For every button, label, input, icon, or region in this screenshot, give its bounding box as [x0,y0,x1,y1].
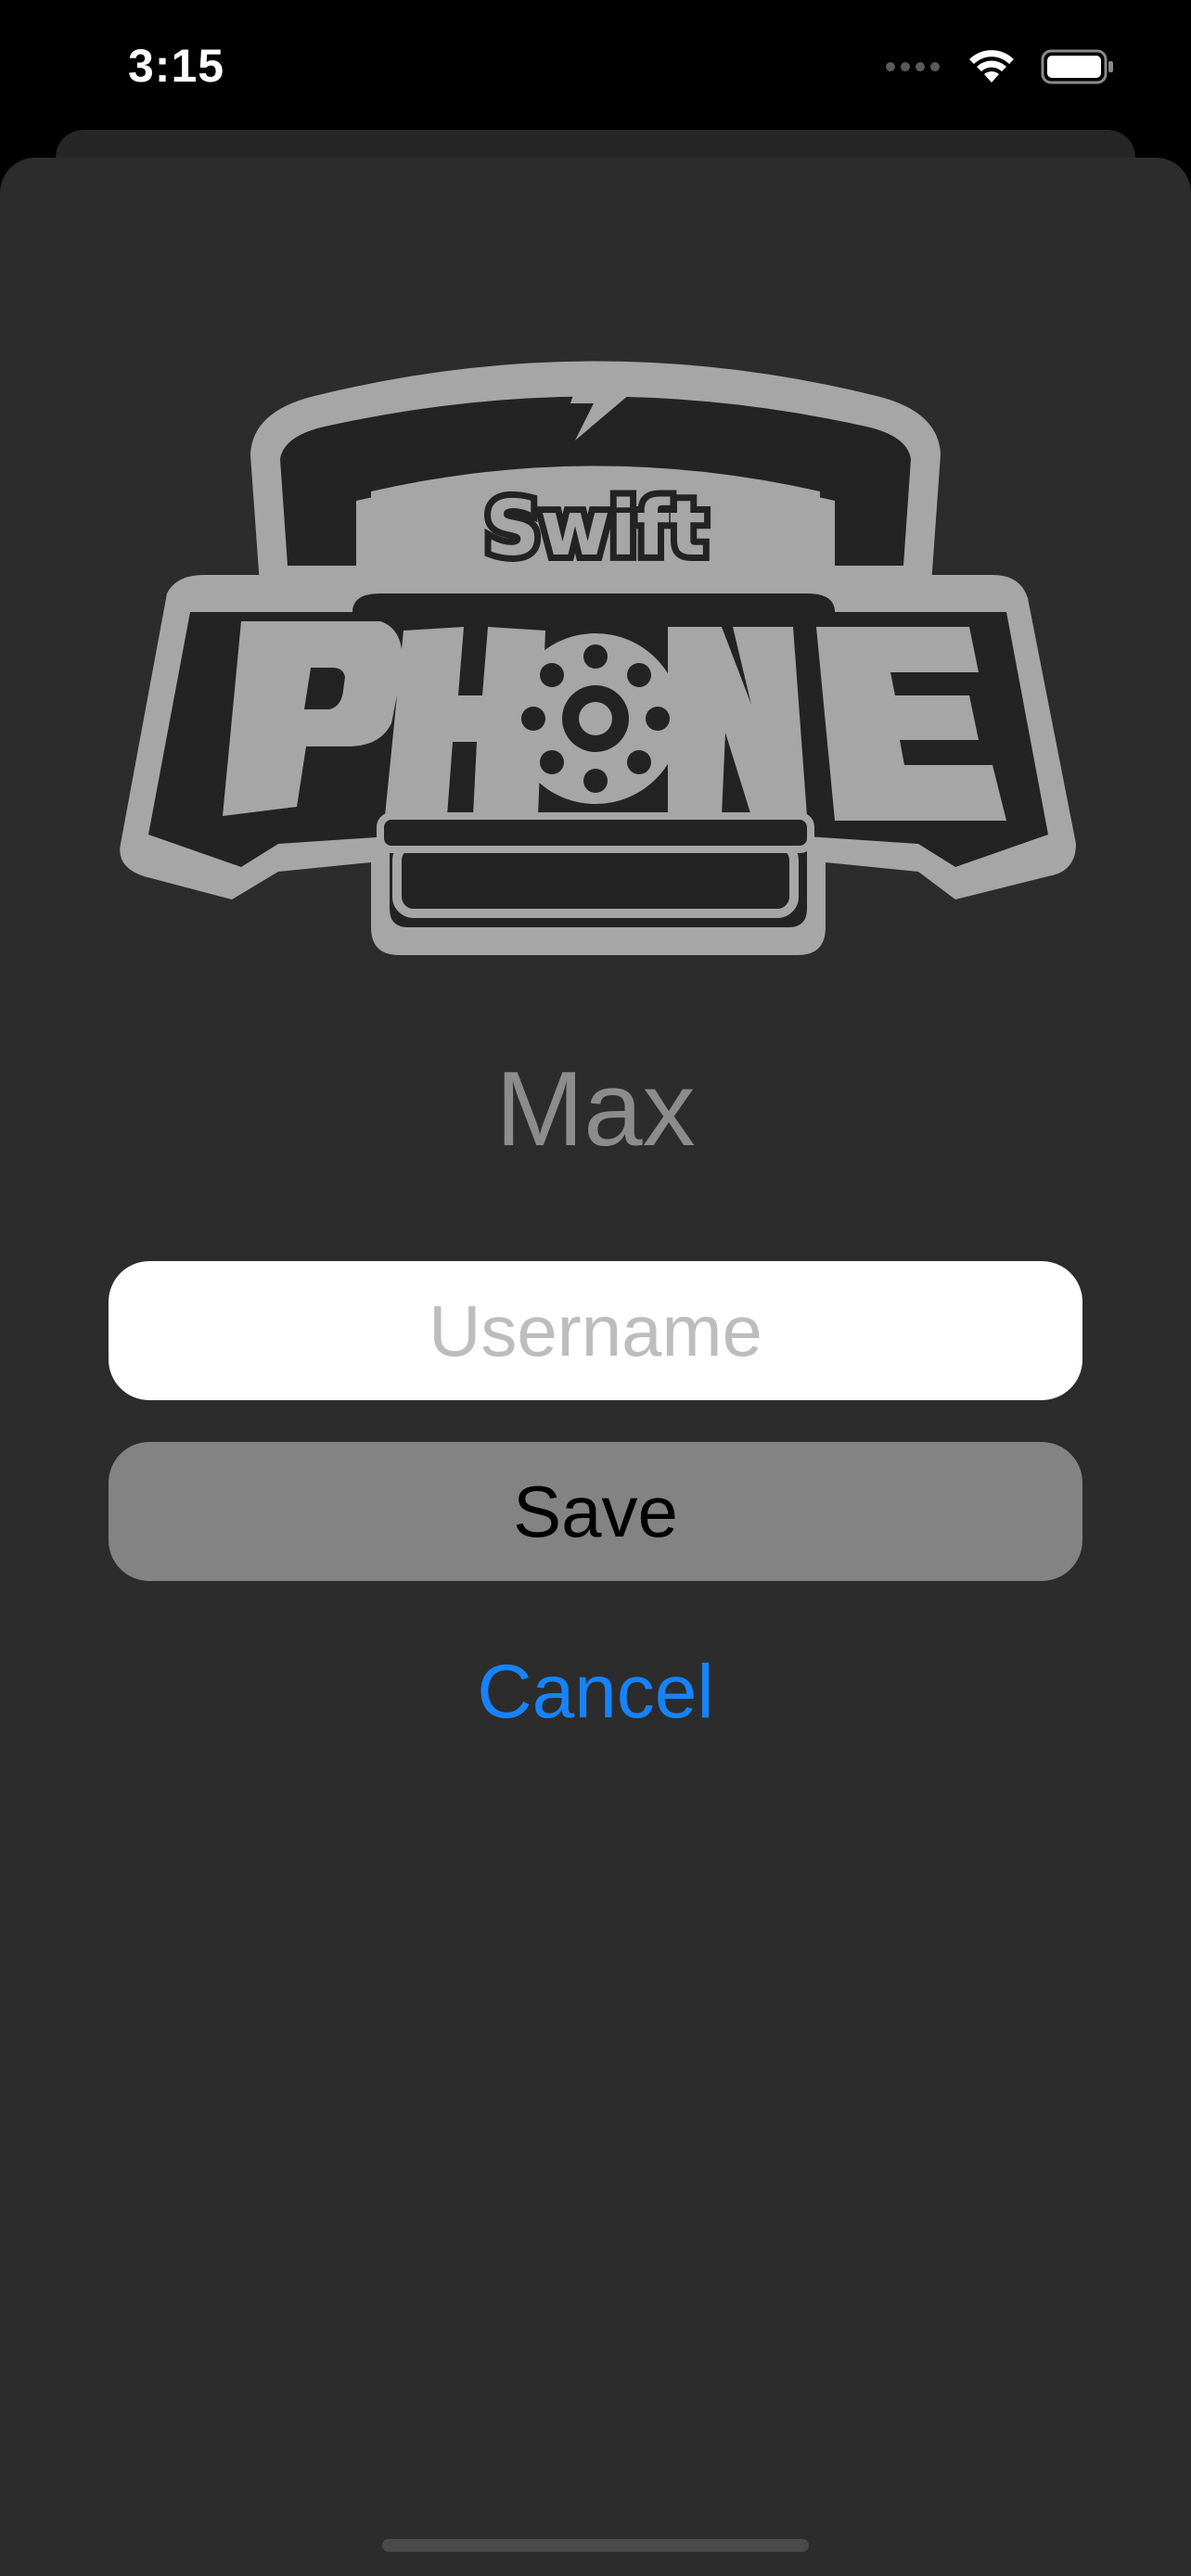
display-name: Max [495,1051,696,1168]
logo-swift-text: Swift [485,485,706,573]
username-input[interactable] [109,1261,1082,1400]
status-time: 3:15 [128,40,225,92]
battery-icon [1041,49,1113,84]
wifi-icon [969,50,1014,83]
swift-phone-logo-icon: Swift [120,361,1077,955]
status-bar: 3:15 [0,0,1191,130]
screen: 3:15 Swift Max Username Save Cancel [0,0,1191,2576]
cancel-button[interactable]: Cancel [0,1646,1191,1739]
signal-icon [886,62,940,71]
save-button[interactable]: Save [109,1442,1082,1581]
home-indicator[interactable] [382,2539,809,2552]
status-icons [885,46,1115,87]
